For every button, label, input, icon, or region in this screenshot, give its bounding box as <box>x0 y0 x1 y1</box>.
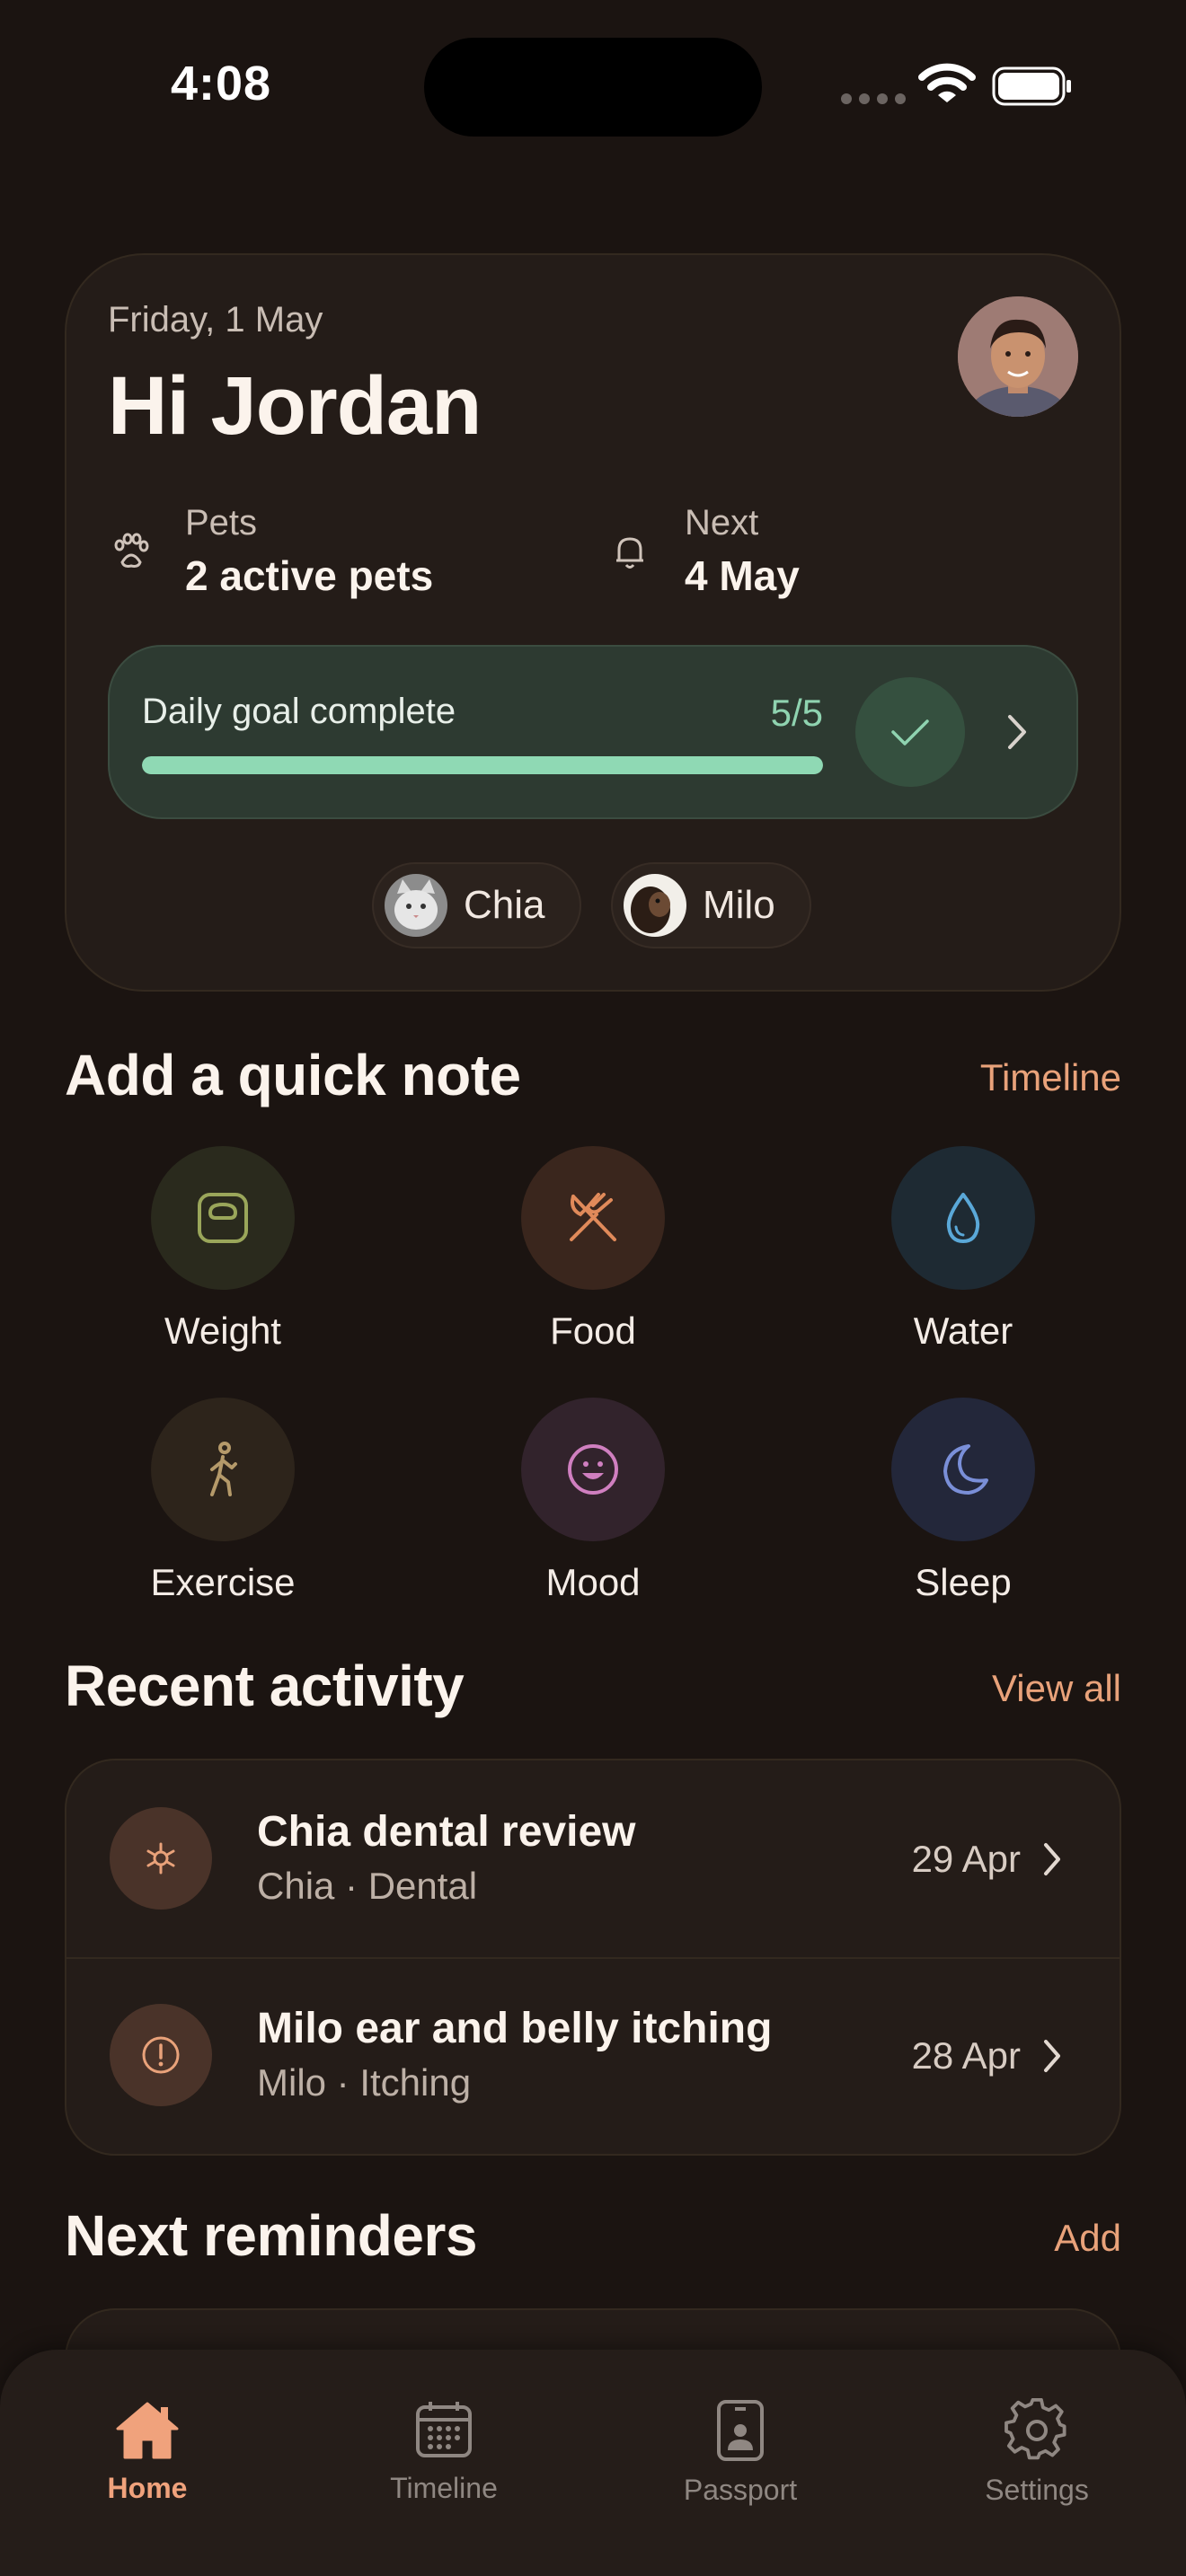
walking-icon <box>210 1442 237 1496</box>
quick-note-exercise-button[interactable] <box>151 1398 295 1541</box>
daily-goal-progress-fill <box>142 756 823 774</box>
gear-icon <box>1005 2398 1067 2460</box>
tab-label: Settings <box>985 2474 1089 2506</box>
timeline-link[interactable]: Timeline <box>852 1056 1121 1099</box>
cellular-signal-icon <box>841 93 906 104</box>
recent-activity-list: Chia dental review Chia · Dental 29 Apr … <box>65 1759 1121 2156</box>
bell-icon <box>616 537 643 569</box>
add-reminder-link[interactable]: Add <box>852 2217 1121 2260</box>
quick-note-label: Food <box>550 1310 636 1352</box>
water-drop-icon <box>946 1193 980 1243</box>
activity-subtitle: Chia · Dental <box>257 1865 478 1907</box>
chevron-right-icon <box>1008 715 1026 749</box>
quick-note-label: Weight <box>164 1310 281 1352</box>
calendar-icon <box>416 2402 472 2457</box>
quick-note-label: Sleep <box>915 1561 1012 1603</box>
scale-icon <box>198 1193 248 1243</box>
tab-timeline[interactable]: Timeline <box>336 2398 552 2505</box>
activity-subtitle: Milo · Itching <box>257 2061 472 2104</box>
next-stat-label: Next <box>685 503 759 543</box>
tab-settings[interactable]: Settings <box>929 2398 1145 2507</box>
tab-passport[interactable]: Passport <box>633 2398 848 2507</box>
current-date: Friday, 1 May <box>108 300 323 340</box>
passport-icon <box>717 2400 764 2461</box>
tab-label: Timeline <box>390 2472 498 2504</box>
quick-note-label: Mood <box>545 1561 641 1603</box>
pet-chip-label: Milo <box>703 883 775 927</box>
asterisk-icon <box>110 1807 212 1910</box>
quick-note-food-button[interactable] <box>521 1146 665 1290</box>
activity-row[interactable]: Milo ear and belly itching Milo · Itchin… <box>66 1959 1120 2154</box>
quick-note-water-button[interactable] <box>891 1146 1035 1290</box>
user-avatar[interactable] <box>958 296 1078 417</box>
quick-note-sleep-button[interactable] <box>891 1398 1035 1541</box>
dog-photo <box>624 874 686 937</box>
quick-note-mood-button[interactable] <box>521 1398 665 1541</box>
tab-label: Passport <box>683 2474 798 2506</box>
quick-note-title: Add a quick note <box>65 1043 521 1107</box>
status-time: 4:08 <box>171 57 272 110</box>
home-icon <box>116 2402 179 2459</box>
daily-goal-count: 5/5 <box>770 692 823 734</box>
alert-circle-icon <box>110 2004 212 2106</box>
pet-chip-label: Chia <box>464 883 545 927</box>
chevron-right-icon <box>1044 1843 1060 1875</box>
pet-chip-chia[interactable]: Chia <box>372 862 581 948</box>
pet-chip-milo[interactable]: Milo <box>611 862 811 948</box>
daily-goal-title: Daily goal complete <box>142 692 456 731</box>
moon-icon <box>943 1444 988 1495</box>
wifi-icon <box>918 63 976 102</box>
battery-icon <box>992 66 1071 106</box>
fork-knife-icon <box>570 1193 616 1241</box>
next-reminders-title: Next reminders <box>65 2203 477 2268</box>
check-icon <box>855 677 965 787</box>
activity-row[interactable]: Chia dental review Chia · Dental 29 Apr <box>66 1760 1120 1957</box>
quick-note-label: Exercise <box>150 1561 296 1603</box>
daily-goal-progress <box>142 756 823 774</box>
tab-label: Home <box>107 2472 188 2504</box>
activity-title: Milo ear and belly itching <box>257 2005 773 2052</box>
cat-photo <box>385 874 447 937</box>
greeting: Hi Jordan <box>108 360 482 452</box>
recent-activity-title: Recent activity <box>65 1654 465 1718</box>
chevron-right-icon <box>1044 2040 1060 2072</box>
next-stat-value: 4 May <box>685 552 800 599</box>
activity-title: Chia dental review <box>257 1808 636 1856</box>
tab-home[interactable]: Home <box>40 2398 255 2505</box>
paw-icon <box>114 533 149 568</box>
pets-stat-label: Pets <box>185 503 258 543</box>
pets-stat-value: 2 active pets <box>185 552 434 599</box>
activity-date: 29 Apr <box>911 1838 1021 1880</box>
quick-note-label: Water <box>913 1310 1013 1352</box>
smile-icon <box>568 1444 618 1495</box>
dynamic-island <box>424 38 762 137</box>
activity-date: 28 Apr <box>911 2034 1021 2077</box>
view-all-link[interactable]: View all <box>852 1667 1121 1710</box>
quick-note-weight-button[interactable] <box>151 1146 295 1290</box>
